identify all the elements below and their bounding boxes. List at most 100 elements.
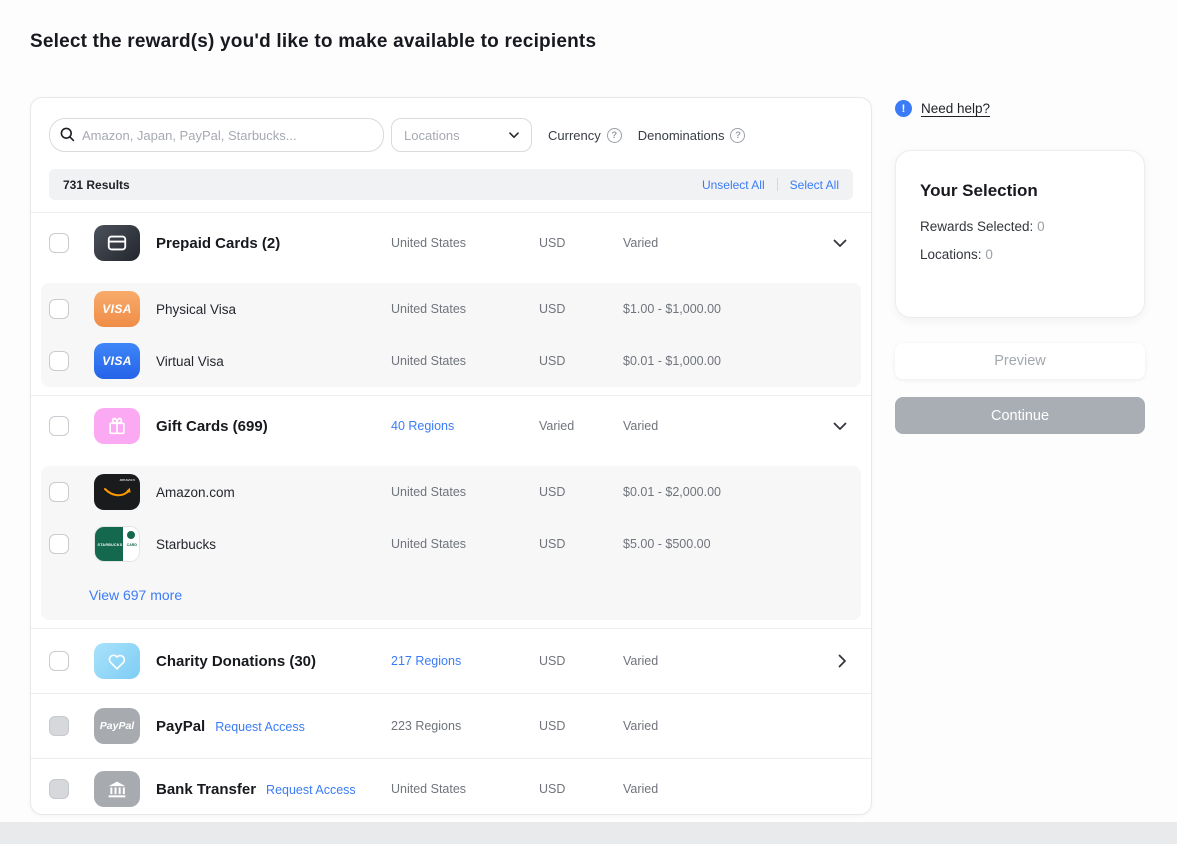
- row-paypal[interactable]: PayPal PayPal Request Access 223 Regions…: [31, 694, 871, 758]
- row-name: Amazon.com: [156, 485, 235, 500]
- starbucks-checkbox[interactable]: [49, 534, 69, 554]
- paypal-wordmark: PayPal: [100, 720, 134, 732]
- row-name: Gift Cards (699): [156, 418, 268, 435]
- select-all-link[interactable]: Select All: [790, 178, 839, 192]
- row-location: United States: [391, 354, 539, 368]
- amazon-card-icon: amazon: [94, 474, 140, 510]
- unselect-all-link[interactable]: Unselect All: [702, 178, 765, 192]
- charity-checkbox[interactable]: [49, 651, 69, 671]
- results-bar: 731 Results Unselect All Select All: [49, 169, 853, 200]
- page-title: Select the reward(s) you'd like to make …: [30, 31, 596, 53]
- row-currency: USD: [539, 302, 623, 316]
- starbucks-card-icon: STARBUCKS CARD: [94, 526, 140, 562]
- starbucks-wordmark: STARBUCKS: [98, 543, 123, 547]
- chevron-right-icon[interactable]: [838, 654, 847, 668]
- viewport-bottom-strip: [0, 822, 1177, 844]
- exclamation-icon: !: [895, 100, 912, 117]
- need-help-label: Need help?: [921, 101, 990, 116]
- locations-line: Locations: 0: [920, 247, 1120, 262]
- row-physical-visa[interactable]: VISA Physical Visa United States USD $1.…: [41, 283, 861, 335]
- request-access-link[interactable]: Request Access: [215, 720, 305, 734]
- paypal-checkbox-disabled: [49, 716, 69, 736]
- row-denomination: $5.00 - $500.00: [623, 537, 861, 551]
- view-more-link[interactable]: View 697 more: [89, 587, 182, 603]
- row-location: United States: [391, 302, 539, 316]
- row-charity-donations[interactable]: Charity Donations (30) 217 Regions USD V…: [31, 629, 871, 693]
- visa-wordmark: VISA: [102, 354, 132, 368]
- selection-title: Your Selection: [920, 181, 1120, 201]
- prepaid-card-icon: [94, 225, 140, 261]
- prepaid-children-group: VISA Physical Visa United States USD $1.…: [41, 283, 861, 387]
- preview-button[interactable]: Preview: [895, 343, 1145, 379]
- row-currency: USD: [539, 782, 623, 796]
- row-location: United States: [391, 485, 539, 499]
- row-amazon[interactable]: amazon Amazon.com United States USD $0.0…: [41, 466, 861, 518]
- row-location: United States: [391, 537, 539, 551]
- search-input[interactable]: [49, 118, 384, 152]
- starbucks-card-label: CARD: [127, 543, 137, 547]
- row-currency: Varied: [539, 419, 623, 433]
- row-location-link[interactable]: 217 Regions: [391, 654, 539, 668]
- starbucks-logo: [126, 530, 136, 540]
- row-location: United States: [391, 236, 539, 250]
- virtual-visa-checkbox[interactable]: [49, 351, 69, 371]
- row-denomination: Varied: [623, 654, 838, 668]
- denominations-filter: Denominations ?: [638, 128, 746, 143]
- row-denomination: Varied: [623, 236, 833, 250]
- denominations-help-icon[interactable]: ?: [730, 128, 745, 143]
- row-currency: USD: [539, 354, 623, 368]
- row-denomination: Varied: [623, 782, 871, 796]
- denominations-filter-label: Denominations: [638, 128, 725, 143]
- row-denomination: Varied: [623, 419, 833, 433]
- row-denomination: $0.01 - $1,000.00: [623, 354, 861, 368]
- row-location: United States: [391, 782, 539, 796]
- row-name: Bank Transfer: [156, 781, 256, 798]
- row-starbucks[interactable]: STARBUCKS CARD Starbucks United States U…: [41, 518, 861, 570]
- currency-filter-label: Currency: [548, 128, 601, 143]
- row-name: Virtual Visa: [156, 354, 224, 369]
- row-currency: USD: [539, 719, 623, 733]
- visa-card-icon: VISA: [94, 343, 140, 379]
- visa-wordmark: VISA: [102, 302, 132, 316]
- currency-help-icon[interactable]: ?: [607, 128, 622, 143]
- bank-icon: [94, 771, 140, 807]
- bank-checkbox-disabled: [49, 779, 69, 799]
- rewards-selected-label: Rewards Selected:: [920, 219, 1033, 234]
- gift-children-group: amazon Amazon.com United States USD $0.0…: [41, 466, 861, 620]
- row-location: 223 Regions: [391, 719, 539, 733]
- row-virtual-visa[interactable]: VISA Virtual Visa United States USD $0.0…: [41, 335, 861, 387]
- amazon-checkbox[interactable]: [49, 482, 69, 502]
- locations-value: 0: [985, 247, 993, 262]
- prepaid-cards-checkbox[interactable]: [49, 233, 69, 253]
- continue-button[interactable]: Continue: [895, 397, 1145, 434]
- row-denomination: Varied: [623, 719, 871, 733]
- row-denomination: $0.01 - $2,000.00: [623, 485, 861, 499]
- locations-select-value: Locations: [404, 128, 460, 143]
- physical-visa-checkbox[interactable]: [49, 299, 69, 319]
- paypal-icon: PayPal: [94, 708, 140, 744]
- row-bank-transfer[interactable]: Bank Transfer Request Access United Stat…: [31, 759, 871, 815]
- results-actions-divider: [777, 178, 778, 191]
- row-denomination: $1.00 - $1,000.00: [623, 302, 861, 316]
- row-name: Starbucks: [156, 537, 216, 552]
- chevron-down-icon[interactable]: [833, 239, 847, 248]
- gift-cards-checkbox[interactable]: [49, 416, 69, 436]
- currency-filter: Currency ?: [548, 128, 622, 143]
- results-count: 731 Results: [63, 178, 130, 192]
- your-selection-card: Your Selection Rewards Selected: 0 Locat…: [895, 150, 1145, 318]
- heart-icon: [94, 643, 140, 679]
- request-access-link[interactable]: Request Access: [266, 783, 356, 797]
- locations-select[interactable]: Locations: [391, 118, 532, 152]
- need-help-link[interactable]: ! Need help?: [895, 100, 990, 117]
- chevron-down-icon[interactable]: [833, 422, 847, 431]
- rewards-selected-line: Rewards Selected: 0: [920, 219, 1120, 234]
- gift-icon: [94, 408, 140, 444]
- row-currency: USD: [539, 654, 623, 668]
- row-gift-cards[interactable]: Gift Cards (699) 40 Regions Varied Varie…: [31, 396, 871, 456]
- amazon-wordmark: amazon: [120, 477, 135, 482]
- search-box: [49, 118, 384, 152]
- row-currency: USD: [539, 236, 623, 250]
- row-location-link[interactable]: 40 Regions: [391, 419, 539, 433]
- row-prepaid-cards[interactable]: Prepaid Cards (2) United States USD Vari…: [31, 213, 871, 273]
- row-name: Physical Visa: [156, 302, 236, 317]
